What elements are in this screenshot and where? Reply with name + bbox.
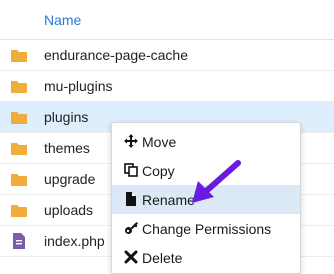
table-header: Name	[0, 0, 334, 40]
menu-item-label: Delete	[142, 250, 183, 266]
menu-item-change-permissions[interactable]: Change Permissions	[112, 214, 300, 243]
file-name[interactable]: index.php	[44, 233, 105, 249]
file-name[interactable]: mu-plugins	[44, 78, 112, 94]
file-name[interactable]: upgrade	[44, 171, 95, 187]
file-name[interactable]: plugins	[44, 109, 88, 125]
file-name[interactable]: endurance-page-cache	[44, 47, 188, 63]
file-name[interactable]: themes	[44, 140, 90, 156]
file-table: Name endurance-page-cache mu-plugins plu…	[0, 0, 334, 257]
table-row[interactable]: endurance-page-cache	[0, 40, 334, 71]
menu-item-label: Rename	[142, 192, 195, 208]
menu-item-label: Move	[142, 134, 177, 150]
menu-item-move[interactable]: Move	[112, 127, 300, 156]
folder-icon	[11, 112, 27, 124]
folder-icon	[11, 143, 27, 155]
file-icon	[126, 192, 136, 206]
move-icon	[124, 134, 138, 148]
file-icon	[13, 233, 25, 249]
table-row[interactable]: mu-plugins	[0, 71, 334, 102]
key-icon	[125, 222, 138, 234]
delete-icon	[124, 250, 138, 264]
menu-item-delete[interactable]: Delete	[112, 243, 300, 272]
menu-item-label: Change Permissions	[142, 221, 272, 237]
folder-icon	[11, 50, 27, 62]
annotation-arrow-icon	[192, 160, 241, 203]
file-name[interactable]: uploads	[44, 202, 93, 218]
name-column-header[interactable]: Name	[44, 12, 81, 28]
folder-icon	[11, 174, 27, 186]
folder-icon	[11, 81, 27, 93]
menu-item-label: Copy	[142, 163, 175, 179]
folder-icon	[11, 205, 27, 217]
copy-icon	[124, 163, 138, 177]
